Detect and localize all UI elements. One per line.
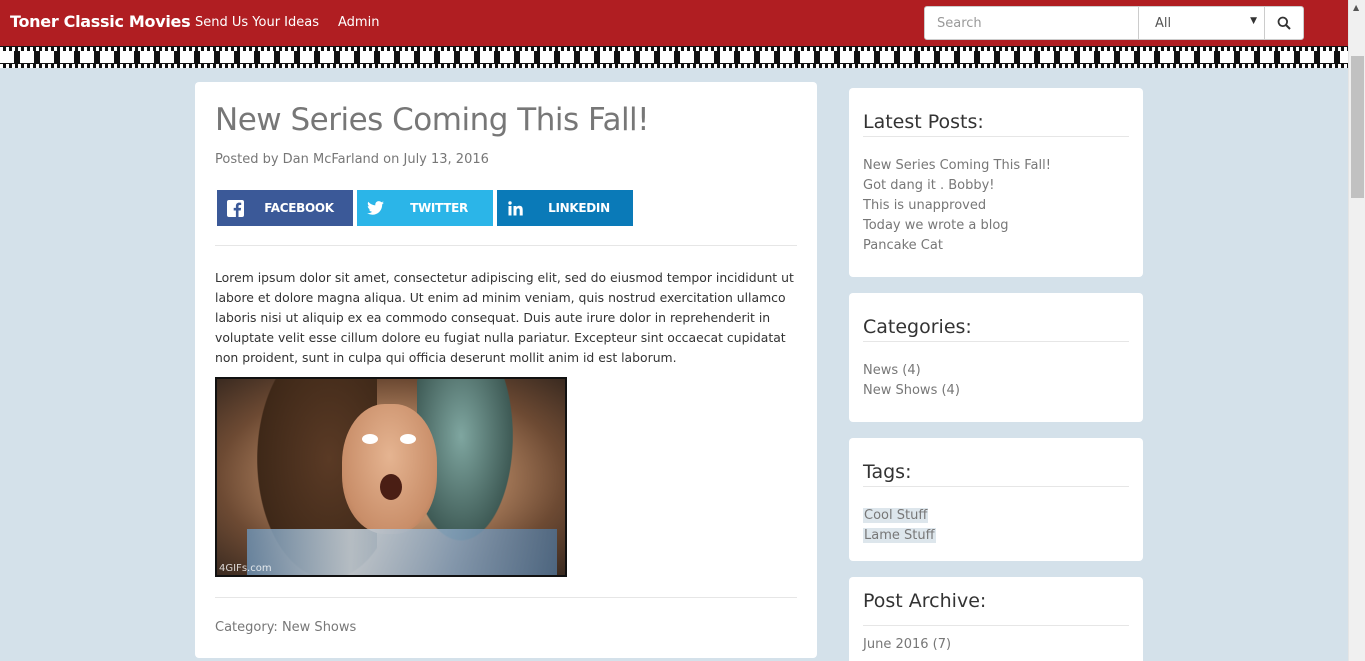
share-linkedin-label: LINKEDIN — [548, 201, 610, 215]
share-twitter-label: TWITTER — [410, 201, 468, 215]
divider — [863, 341, 1129, 342]
share-facebook-button[interactable]: FACEBOOK — [217, 190, 353, 226]
latest-post-link[interactable]: New Series Coming This Fall! — [863, 158, 1051, 173]
archive-link[interactable]: June 2016 (7) — [863, 637, 951, 652]
category-link[interactable]: News (4) — [863, 363, 921, 378]
search-icon — [1277, 16, 1291, 30]
caret-down-icon: ▼ — [1250, 16, 1257, 26]
share-facebook-label: FACEBOOK — [264, 201, 334, 215]
linkedin-icon — [497, 190, 533, 226]
scroll-thumb[interactable] — [1351, 56, 1364, 198]
search-button[interactable] — [1264, 6, 1304, 40]
top-navbar: Toner Classic Movies Send Us Your Ideas … — [0, 0, 1348, 46]
widget-title: Post Archive: — [863, 590, 987, 612]
divider — [215, 597, 797, 598]
facebook-icon — [217, 190, 253, 226]
latest-post-link[interactable]: This is unapproved — [863, 198, 986, 213]
filmstrip-border — [0, 46, 1348, 68]
widget-title: Tags: — [863, 461, 912, 483]
tag-link[interactable]: Lame Stuff — [863, 528, 936, 543]
widget-title: Categories: — [863, 316, 972, 338]
search-input[interactable] — [924, 6, 1139, 40]
post-gif-image: 4GIFs.com — [215, 377, 567, 577]
image-watermark: 4GIFs.com — [219, 563, 272, 574]
share-linkedin-button[interactable]: LINKEDIN — [497, 190, 633, 226]
page-scrollbar[interactable]: ▲ — [1348, 0, 1365, 661]
post-meta: Posted by Dan McFarland on July 13, 2016 — [215, 152, 489, 167]
tag-link[interactable]: Cool Stuff — [863, 508, 929, 523]
latest-post-link[interactable]: Pancake Cat — [863, 238, 943, 253]
search-filter-value: All — [1155, 16, 1172, 31]
divider — [215, 245, 797, 246]
divider — [863, 136, 1129, 137]
post-body: Lorem ipsum dolor sit amet, consectetur … — [215, 270, 794, 365]
twitter-icon — [357, 190, 393, 226]
post-card: New Series Coming This Fall! Posted by D… — [195, 82, 817, 658]
share-twitter-button[interactable]: TWITTER — [357, 190, 493, 226]
nav-link-admin[interactable]: Admin — [338, 15, 379, 30]
scroll-up-icon[interactable]: ▲ — [1353, 3, 1359, 12]
post-category[interactable]: Category: New Shows — [215, 620, 356, 635]
categories-widget: Categories: News (4) New Shows (4) — [849, 293, 1143, 422]
category-link[interactable]: New Shows (4) — [863, 383, 960, 398]
latest-post-link[interactable]: Today we wrote a blog — [863, 218, 1009, 233]
search-filter-select[interactable]: All ▼ — [1138, 6, 1265, 40]
divider — [863, 625, 1129, 626]
widget-title: Latest Posts: — [863, 111, 984, 133]
brand-link[interactable]: Toner Classic Movies — [10, 12, 191, 31]
tags-widget: Tags: Cool Stuff Lame Stuff — [849, 438, 1143, 561]
divider — [863, 486, 1129, 487]
latest-post-link[interactable]: Got dang it . Bobby! — [863, 178, 995, 193]
post-title: New Series Coming This Fall! — [215, 102, 650, 138]
nav-link-ideas[interactable]: Send Us Your Ideas — [195, 15, 319, 30]
post-archive-widget: Post Archive: June 2016 (7) — [849, 577, 1143, 661]
latest-posts-widget: Latest Posts: New Series Coming This Fal… — [849, 88, 1143, 277]
